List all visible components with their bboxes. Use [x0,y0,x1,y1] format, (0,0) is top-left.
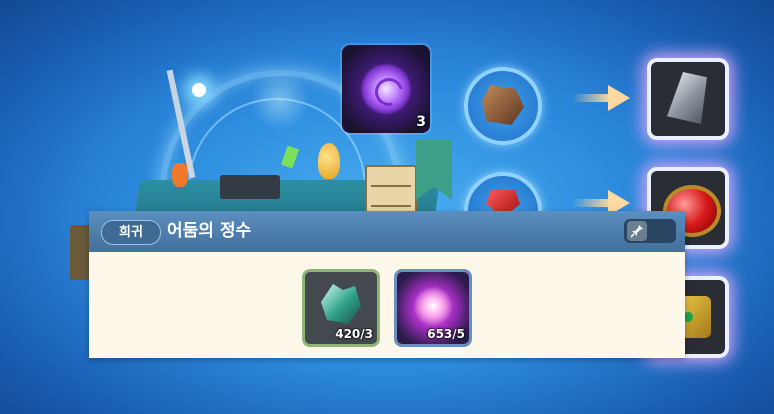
dark-essence-orb-icon [361,64,411,114]
pin-button[interactable] [624,219,676,243]
item-tooltip: 희귀 어둠의 정수 420/3 653/5 [89,211,685,358]
yellow-flask [318,143,340,179]
ingredient-slot-crystal[interactable]: 420/3 [305,272,377,344]
pink-swirl-orb-icon [413,286,453,326]
ingredient-count: 420/3 [335,327,373,341]
potion-bottle [172,163,188,187]
glowing-orb [192,83,206,97]
material-slot[interactable]: 3 [342,45,430,133]
ingredient-count: 653/5 [427,327,465,341]
crystal-cluster-icon [321,284,361,324]
result-slot-stone[interactable] [651,62,725,136]
material-count: 3 [416,114,426,130]
ingredient-slot-orb[interactable]: 653/5 [397,272,469,344]
anvil [220,175,280,199]
rarity-badge: 희귀 [101,220,161,245]
item-name: 어둠의 정수 [167,221,252,241]
brown-ore-icon [482,85,524,125]
stone-icon [667,72,707,124]
tooltip-header: 희귀 어둠의 정수 [89,211,685,252]
arrow-right-icon [572,85,630,111]
pin-icon [627,221,647,241]
input-slot-ore[interactable] [464,67,542,145]
magic-circle-emblem [250,70,310,130]
